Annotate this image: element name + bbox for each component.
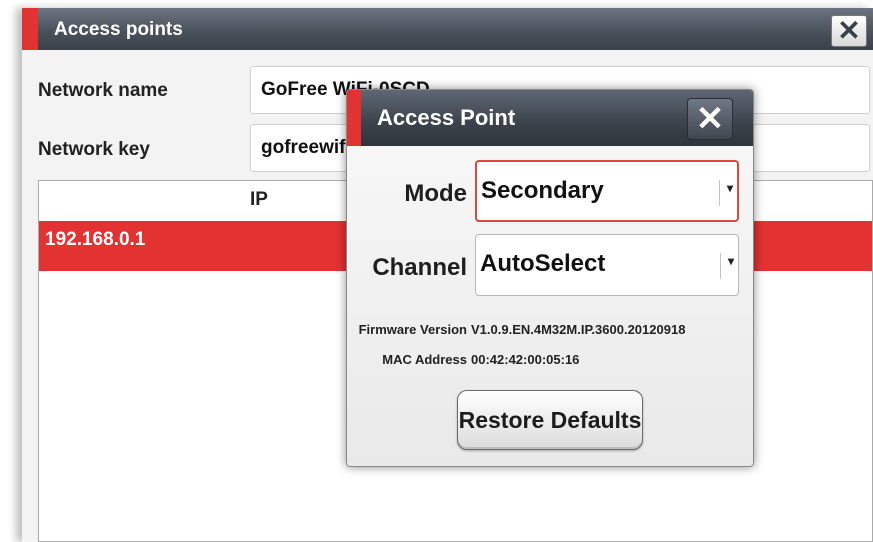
select-divider bbox=[720, 253, 722, 279]
channel-label: Channel bbox=[372, 254, 467, 281]
network-key-label: Network key bbox=[38, 139, 150, 160]
window-close-icon[interactable]: ✕ bbox=[831, 15, 867, 47]
firmware-version-value: V1.0.9.EN.4M32M.IP.3600.20120918 bbox=[471, 322, 686, 337]
select-divider bbox=[719, 180, 721, 206]
window-title: Access points bbox=[54, 19, 183, 40]
chevron-down-icon: ▾ bbox=[726, 181, 733, 195]
window-titlebar: Access points ✕ bbox=[22, 8, 873, 50]
dialog-title-accent-bar bbox=[347, 90, 361, 146]
firmware-version-label: Firmware Version bbox=[358, 322, 467, 337]
dialog-close-icon[interactable]: ✕ bbox=[687, 98, 733, 140]
dialog-titlebar: Access Point ✕ bbox=[347, 90, 753, 146]
firmware-label-wrap: Firmware Version bbox=[347, 322, 467, 340]
channel-select[interactable]: AutoSelect ▾ bbox=[475, 234, 739, 296]
mode-label: Mode bbox=[404, 180, 467, 207]
dialog-title: Access Point bbox=[377, 105, 516, 130]
restore-defaults-button[interactable]: Restore Defaults bbox=[457, 390, 643, 450]
mac-label-wrap: MAC Address bbox=[347, 352, 467, 370]
mac-address-value: 00:42:42:00:05:16 bbox=[471, 352, 580, 367]
access-point-dialog: Access Point ✕ Mode Secondary ▾ Channel … bbox=[346, 89, 754, 467]
mode-select[interactable]: Secondary ▾ bbox=[475, 160, 739, 222]
chevron-down-icon: ▾ bbox=[727, 254, 734, 268]
title-accent-bar bbox=[22, 8, 38, 50]
mode-value: Secondary bbox=[481, 177, 604, 204]
mac-address-label: MAC Address bbox=[382, 352, 467, 367]
network-name-label: Network name bbox=[38, 80, 168, 101]
ip-cell: 192.168.0.1 bbox=[45, 229, 146, 250]
channel-value: AutoSelect bbox=[480, 250, 606, 277]
